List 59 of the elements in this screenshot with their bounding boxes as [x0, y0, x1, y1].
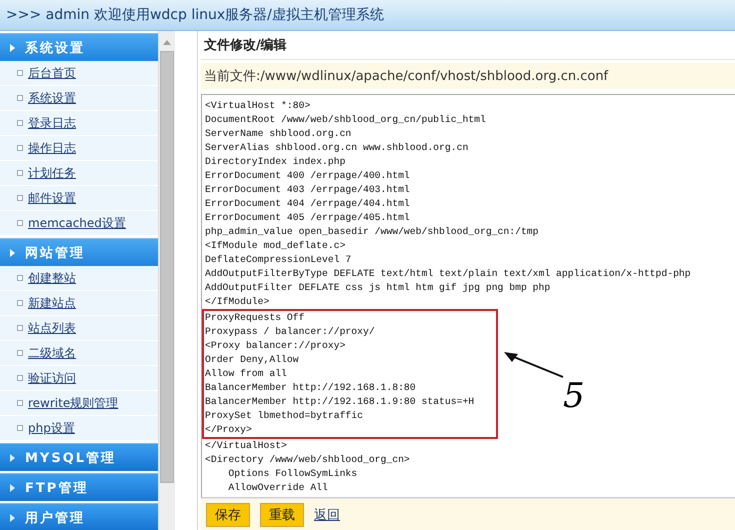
code-line: ServerAlias shblood.org.cn www.shblood.org.cn	[205, 141, 470, 155]
code-line: ErrorDocument 404 /errpage/404.html	[205, 197, 411, 211]
code-line: <Proxy balancer://proxy>	[202, 339, 498, 353]
code-line: <IfModule mod_deflate.c>	[205, 239, 346, 253]
code-line: AddOutputFilterByType DEFLATE text/html text/plain text/xml application/x-httpd-php	[205, 267, 692, 281]
code-line: Allow from all	[202, 367, 498, 381]
code-line: </VirtualHost>	[205, 439, 288, 453]
sidebar-section[interactable]: MYSQL管理	[0, 443, 158, 471]
triangle-icon	[10, 484, 15, 492]
bullet-icon	[17, 375, 23, 381]
bullet-icon	[17, 70, 23, 76]
code-line: Proxypass / balancer://proxy/	[202, 325, 498, 339]
bullet-icon	[17, 400, 23, 406]
code-line: </Proxy>	[202, 423, 498, 439]
code-line: php_admin_value open_basedir /www/web/shblood_org_cn:/tmp	[205, 225, 540, 239]
bullet-icon	[17, 195, 23, 201]
bullet-icon	[17, 300, 23, 306]
sidebar-section[interactable]: 用户管理	[0, 503, 158, 530]
code-line: AddOutputFilter DEFLATE css js html htm gif jpg png bmp php	[205, 281, 552, 295]
annotation-arrow	[504, 352, 564, 378]
bullet-icon	[17, 220, 23, 226]
bullet-icon	[17, 170, 23, 176]
bullet-icon	[17, 95, 23, 101]
current-file-path: 当前文件:/www/wdlinux/apache/conf/vhost/shblood.org.cn.conf	[201, 63, 735, 89]
triangle-icon	[10, 454, 15, 462]
scrollbar-thumb[interactable]	[160, 51, 174, 483]
code-line: </IfModule>	[205, 295, 270, 309]
code-line: AllowOverride All	[227, 481, 329, 495]
code-line: DirectoryIndex index.php	[205, 155, 346, 169]
code-line: BalancerMember http://192.168.1.8:80	[202, 381, 498, 395]
code-line: DeflateCompressionLevel 7	[205, 253, 352, 267]
bullet-icon	[17, 275, 23, 281]
annotation-label: 5	[563, 379, 585, 413]
code-line: ProxySet lbmethod=bytraffic	[202, 409, 498, 423]
code-line: ErrorDocument 400 /errpage/400.html	[205, 169, 411, 183]
back-link[interactable]: 返回	[314, 506, 340, 524]
bullet-icon	[17, 325, 23, 331]
code-line: Options FollowSymLinks	[227, 467, 358, 481]
code-line: ErrorDocument 405 /errpage/405.html	[205, 211, 411, 225]
page-heading: 文件修改/编辑	[201, 31, 735, 60]
bullet-icon	[17, 145, 23, 151]
triangle-icon	[10, 514, 15, 522]
code-line: BalancerMember http://192.168.1.9:80 status=+H	[202, 395, 498, 409]
code-line: ServerName shblood.org.cn	[205, 127, 352, 141]
code-line: <VirtualHost *:80>	[205, 99, 312, 113]
triangle-icon	[10, 248, 15, 256]
window-title: >>> admin 欢迎使用wdcp linux服务器/虚拟主机管理系统	[6, 6, 384, 24]
toolbar-button[interactable]: 保存	[206, 502, 250, 526]
bullet-icon	[17, 120, 23, 126]
bullet-icon	[17, 350, 23, 356]
bullet-icon	[17, 425, 23, 431]
toolbar-button[interactable]: 重载	[260, 502, 304, 526]
sidebar-section[interactable]: FTP管理	[0, 473, 158, 501]
code-line: ProxyRequests Off	[202, 309, 498, 325]
code-line: ErrorDocument 403 /errpage/403.html	[205, 183, 411, 197]
code-line: DocumentRoot /www/web/shblood_org_cn/public_html	[205, 113, 487, 127]
triangle-icon	[10, 44, 15, 52]
code-line: <Directory /www/web/shblood_org_cn>	[205, 453, 411, 467]
code-line: Order Deny,Allow	[202, 353, 498, 367]
